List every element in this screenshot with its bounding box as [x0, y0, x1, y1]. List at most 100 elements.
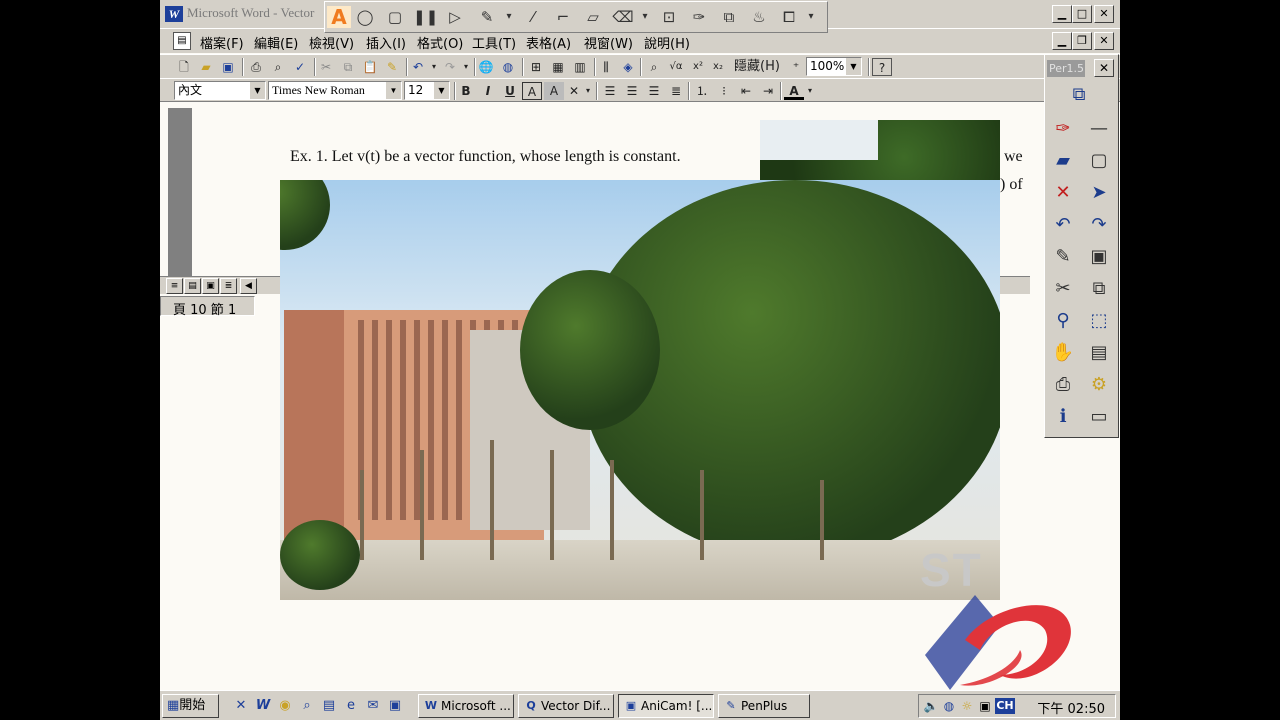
zoom-region-icon[interactable]: ⬚ — [1085, 307, 1113, 335]
notepad-icon[interactable]: ✎ — [1049, 243, 1077, 271]
word-quicklaunch-icon[interactable]: W — [254, 697, 272, 715]
menu-tools[interactable]: 工具(T) — [472, 33, 516, 52]
align-center-icon[interactable]: ☰ — [622, 82, 642, 100]
open-folder-icon[interactable]: ▰ — [196, 58, 216, 76]
ie-quicklaunch-icon[interactable]: e — [342, 697, 360, 715]
play-icon[interactable]: ▷ — [443, 6, 467, 28]
justify-icon[interactable]: ≣ — [666, 82, 686, 100]
hand-icon[interactable]: ✋ — [1049, 339, 1077, 367]
web-toolbar-icon[interactable]: ◍ — [498, 58, 518, 76]
style-select[interactable]: 內文 ▼ — [174, 81, 266, 100]
italic-button[interactable]: I — [478, 82, 498, 100]
start-button[interactable]: ▦開始 — [162, 694, 219, 718]
doc-close-button[interactable]: ✕ — [1094, 32, 1114, 50]
outlook-quicklaunch-icon[interactable]: ✉ — [364, 697, 382, 715]
minimize-button[interactable]: ▁ — [1052, 5, 1072, 23]
hidden-text-button[interactable]: 隱藏(H) — [730, 58, 784, 76]
cut-icon[interactable]: ✂ — [316, 58, 336, 76]
app-quicklaunch-icon[interactable]: ▣ — [386, 697, 404, 715]
document-map-icon[interactable]: ⌕ — [644, 58, 664, 76]
penplus-close-button[interactable]: ✕ — [1094, 59, 1114, 77]
help-icon[interactable]: ? — [872, 58, 892, 76]
task-anicam[interactable]: ▣ AniCam! [... — [618, 694, 714, 718]
rectangle-icon[interactable]: ▢ — [1085, 147, 1113, 175]
screen-icon[interactable]: ▣ — [1085, 243, 1113, 271]
font-color-dropdown-icon[interactable]: ▾ — [800, 82, 820, 100]
subscript-icon[interactable]: x₂ — [708, 58, 728, 76]
redo-dropdown-icon[interactable]: ▾ — [456, 58, 476, 76]
info-icon[interactable]: ℹ — [1049, 403, 1077, 431]
close-button[interactable]: ✕ — [1094, 5, 1114, 23]
decrease-indent-icon[interactable]: ⇤ — [736, 82, 756, 100]
chevron-down-icon[interactable]: ▼ — [386, 82, 401, 99]
weather-icon[interactable]: ☼ — [959, 698, 975, 714]
outline-view-icon[interactable]: ≣ — [220, 278, 237, 294]
screen-capture-icon[interactable]: ⊡ — [657, 6, 681, 28]
magnifier-icon[interactable]: ⚲ — [1049, 307, 1077, 335]
pen-draw-icon[interactable]: ✑ — [1049, 115, 1077, 143]
print-view-icon[interactable]: ▣ — [202, 278, 219, 294]
copy-region-icon[interactable]: ⧉ — [717, 6, 741, 28]
pause-icon[interactable]: ❚❚ — [413, 6, 438, 28]
network-icon[interactable]: ◍ — [941, 698, 957, 714]
redo-icon[interactable]: ↷ — [1085, 211, 1113, 239]
underline-button[interactable]: U — [500, 82, 520, 100]
increase-indent-icon[interactable]: ⇥ — [758, 82, 778, 100]
hyperlink-icon[interactable]: 🌐 — [476, 58, 496, 76]
line-width-icon[interactable]: — — [1085, 115, 1113, 143]
bullets-icon[interactable]: ⁝ — [714, 82, 734, 100]
paragraph-mark-icon[interactable]: ⁺ — [786, 58, 806, 76]
insert-excel-icon[interactable]: ▥ — [570, 58, 590, 76]
copy-icon[interactable]: ⧉ — [338, 58, 358, 76]
chevron-down-icon[interactable]: ▼ — [846, 58, 861, 75]
shape-icon[interactable]: ▱ — [581, 6, 605, 28]
bold-button[interactable]: B — [456, 82, 476, 100]
printer-icon[interactable]: ⎙ — [1049, 371, 1077, 399]
select-window-icon[interactable]: ⧉ — [1065, 81, 1093, 109]
new-document-icon[interactable]: 🗋 — [174, 58, 194, 76]
superscript-icon[interactable]: x² — [688, 58, 708, 76]
normal-view-icon[interactable]: ≡ — [166, 278, 183, 294]
doc-restore-button[interactable]: ❐ — [1072, 32, 1092, 50]
drawing-icon[interactable]: ◈ — [618, 58, 638, 76]
clock[interactable]: 下午 02:50 — [1037, 698, 1105, 717]
delete-page-icon[interactable]: ✕ — [1049, 179, 1077, 207]
print-icon[interactable]: ⎙ — [246, 58, 266, 76]
menu-file[interactable]: 檔案(F) — [200, 33, 244, 52]
pointer-icon[interactable]: ➤ — [1085, 179, 1113, 207]
volume-icon[interactable]: 🔈 — [923, 698, 939, 714]
paste-icon[interactable]: 📋 — [360, 58, 380, 76]
print-preview-icon[interactable]: ⌕ — [268, 58, 288, 76]
character-shading-icon[interactable]: A — [544, 82, 564, 100]
menu-help[interactable]: 說明(H) — [644, 33, 690, 52]
web-view-icon[interactable]: ▤ — [184, 278, 201, 294]
format-painter-icon[interactable]: ✎ — [382, 58, 402, 76]
menu-edit[interactable]: 編輯(E) — [254, 33, 298, 52]
font-select[interactable]: Times New Roman ▼ — [268, 81, 402, 100]
stop-icon[interactable]: ▢ — [383, 6, 407, 28]
media-quicklaunch-icon[interactable]: ◉ — [276, 697, 294, 715]
menu-format[interactable]: 格式(O) — [417, 33, 463, 52]
scroll-left-icon[interactable]: ◀ — [240, 278, 257, 294]
spelling-icon[interactable]: ✓ — [290, 58, 310, 76]
clipboard-icon[interactable]: ⧉ — [1085, 275, 1113, 303]
record-icon[interactable]: ◯ — [353, 6, 377, 28]
window-icon[interactable]: ⧠ — [777, 6, 801, 28]
task-word[interactable]: W Microsoft ... — [418, 694, 514, 718]
line-icon[interactable]: ⁄ — [521, 6, 545, 28]
menu-table[interactable]: 表格(A) — [526, 33, 571, 52]
menu-view[interactable]: 檢視(V) — [309, 33, 354, 52]
brush-icon[interactable]: ✑ — [687, 6, 711, 28]
pen-icon[interactable]: ✎ — [475, 6, 499, 28]
word-logo-icon[interactable]: W — [165, 6, 183, 22]
align-left-icon[interactable]: ☰ — [600, 82, 620, 100]
menu-insert[interactable]: 插入(I) — [366, 33, 406, 52]
align-right-icon[interactable]: ☰ — [644, 82, 664, 100]
task-penplus[interactable]: ✎ PenPlus — [718, 694, 810, 718]
desktop-quicklaunch-icon[interactable]: ▤ — [320, 697, 338, 715]
undo-icon[interactable]: ↶ — [1049, 211, 1077, 239]
scale-dropdown-icon[interactable]: ▾ — [578, 82, 598, 100]
curve-icon[interactable]: ⌐ — [551, 6, 575, 28]
search-quicklaunch-icon[interactable]: ⌕ — [298, 697, 316, 715]
eraser-dropdown-icon[interactable]: ▾ — [633, 6, 657, 28]
